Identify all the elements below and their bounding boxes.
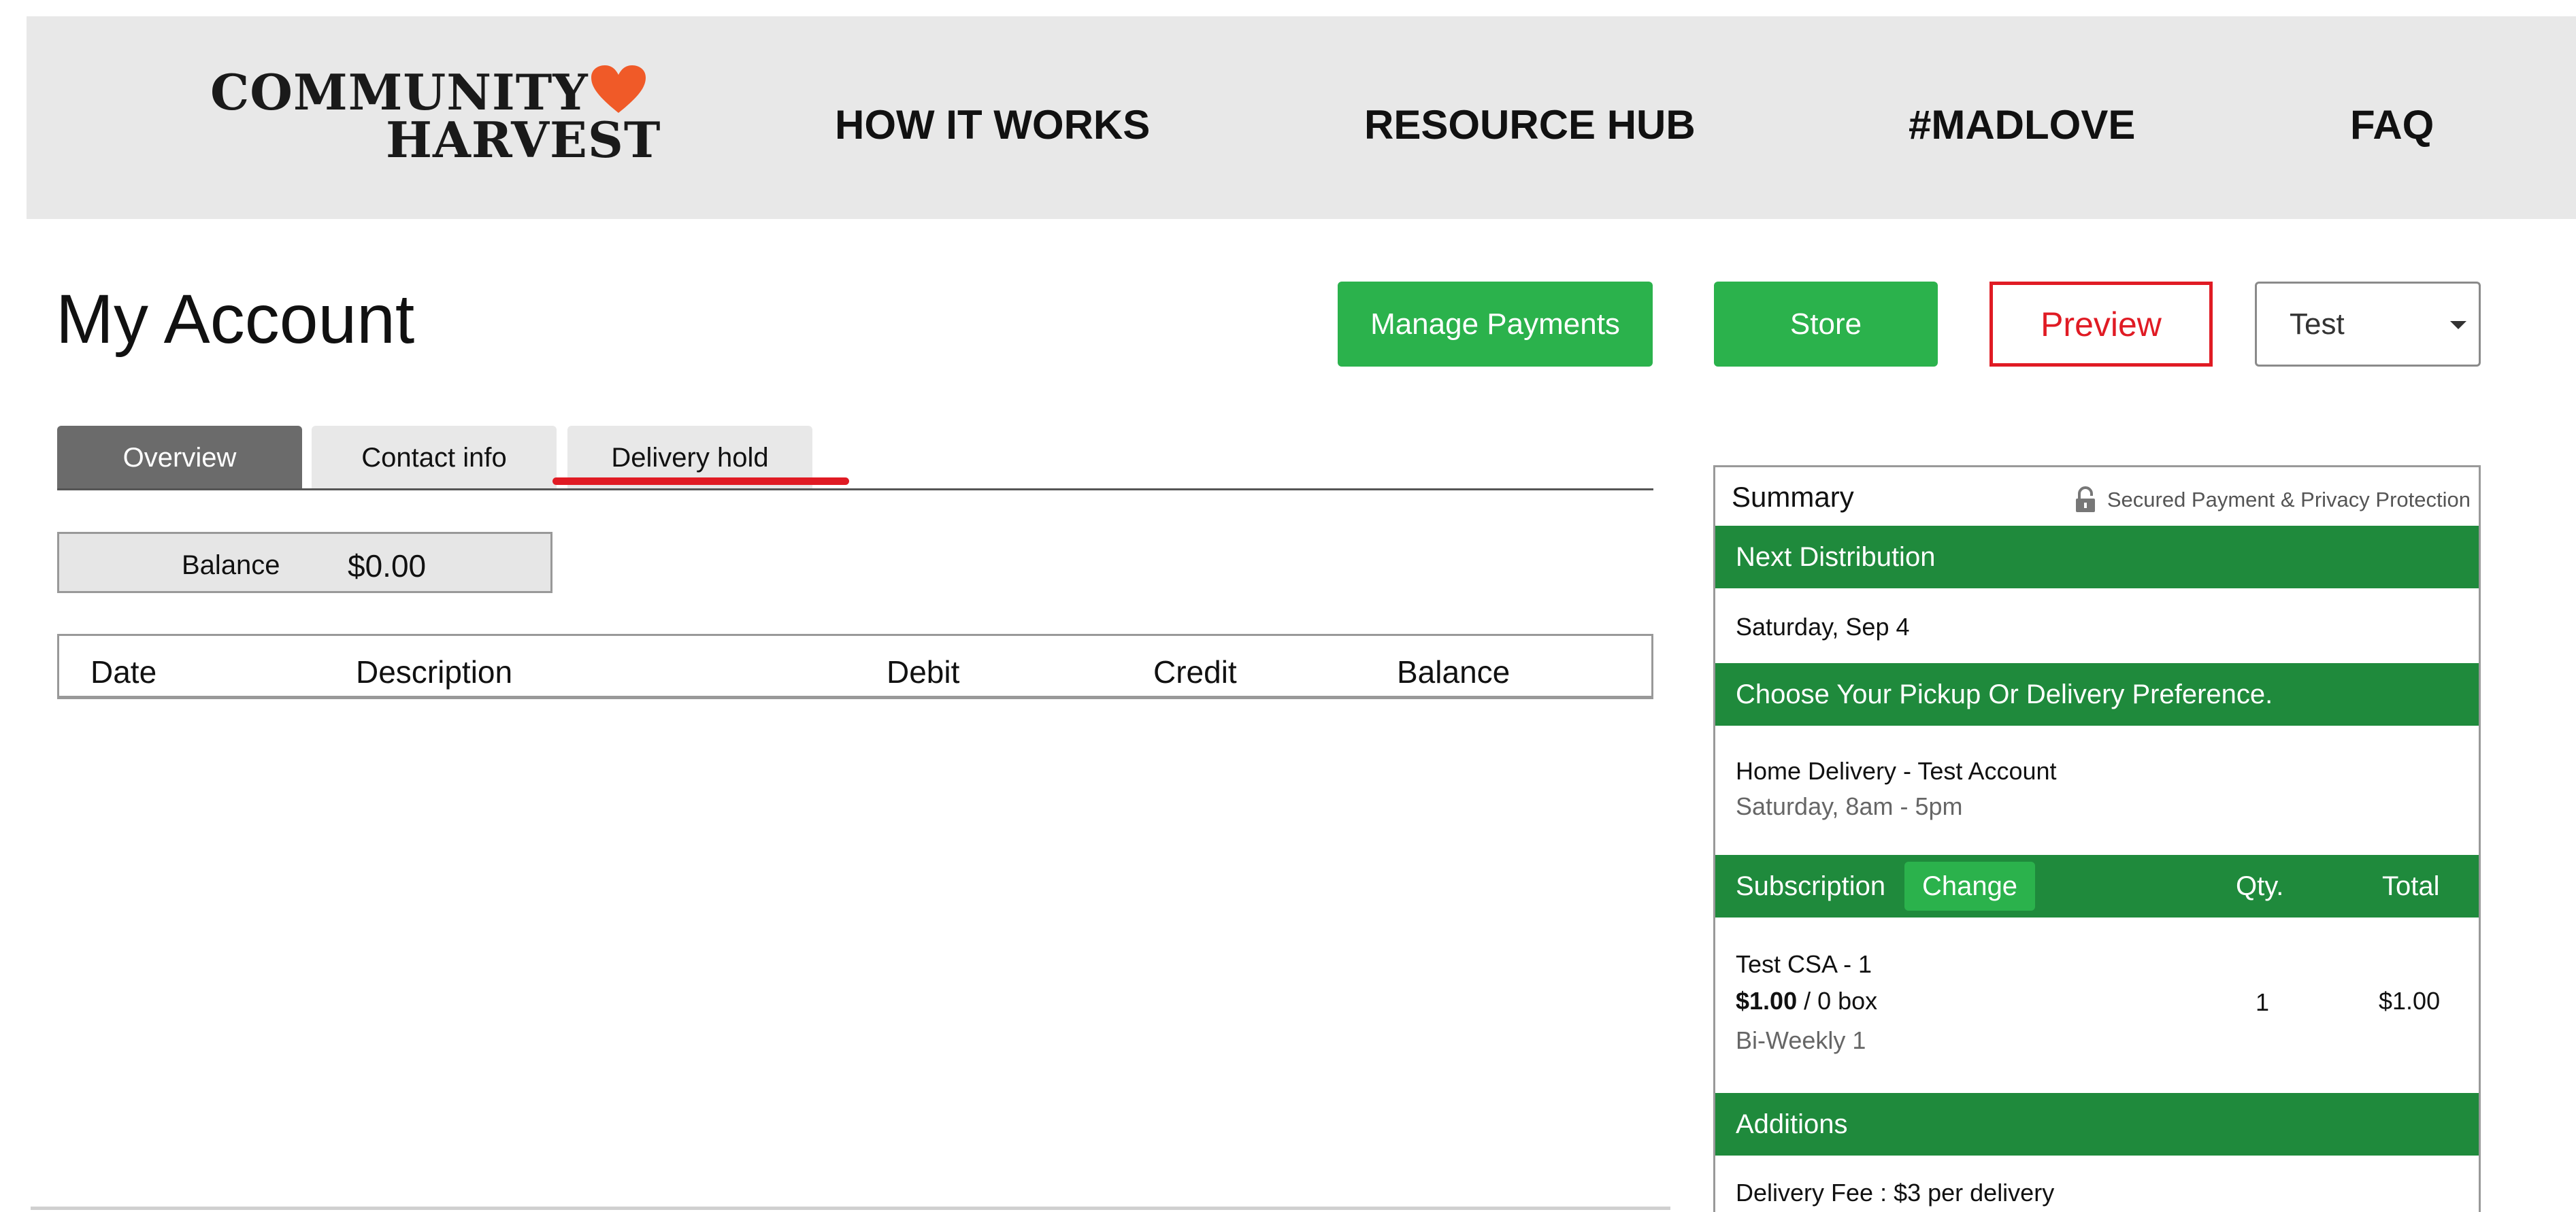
store-button[interactable]: Store xyxy=(1714,282,1938,367)
subscription-band: Subscription Change Qty. Total xyxy=(1715,855,2479,918)
logo-line-community: COMMUNITY xyxy=(210,63,589,121)
caret-down-icon xyxy=(2450,321,2466,329)
column-header-date: Date xyxy=(90,654,157,690)
nav-faq[interactable]: FAQ xyxy=(2350,105,2434,146)
summary-header: Summary Secured Payment & Privacy Protec… xyxy=(1715,467,2479,526)
nav-resource-hub[interactable]: RESOURCE HUB xyxy=(1364,105,1696,146)
subscription-heading: Subscription xyxy=(1736,871,1886,901)
subscription-item-price: $1.00 xyxy=(1736,987,1798,1015)
column-header-description: Description xyxy=(356,654,513,690)
subscription-item-name: Test CSA - 1 xyxy=(1736,950,1872,978)
lock-icon xyxy=(2075,486,2095,512)
account-select[interactable]: Test xyxy=(2255,282,2481,367)
heart-icon xyxy=(591,65,646,113)
community-harvest-logo[interactable]: COMMUNITY HARVEST xyxy=(210,63,660,177)
tab-contact-info[interactable]: Contact info xyxy=(312,426,557,490)
subscription-item-frequency: Bi-Weekly 1 xyxy=(1736,1026,1866,1054)
transactions-table: Date Description Debit Credit Balance xyxy=(57,634,1653,699)
additions-heading: Additions xyxy=(1715,1093,2479,1156)
summary-title: Summary xyxy=(1732,481,1854,513)
next-distribution-heading: Next Distribution xyxy=(1715,526,2479,588)
change-subscription-button[interactable]: Change xyxy=(1904,862,2035,911)
nav-madlove[interactable]: #MADLOVE xyxy=(1909,105,2135,146)
tabs-divider xyxy=(57,488,1653,490)
subscription-item-price-row: $1.00 / 0 box xyxy=(1736,987,1877,1015)
summary-panel: Summary Secured Payment & Privacy Protec… xyxy=(1713,465,2481,1212)
site-header: COMMUNITY HARVEST HOW IT WORKS RESOURCE … xyxy=(27,16,2576,219)
column-header-debit: Debit xyxy=(887,654,960,690)
preview-button[interactable]: Preview xyxy=(1989,282,2213,367)
delivery-window: Saturday, 8am - 5pm xyxy=(1736,792,1963,820)
logo-line-harvest: HARVEST xyxy=(386,111,661,169)
subscription-item-unit: / 0 box xyxy=(1797,987,1878,1015)
total-column-header: Total xyxy=(2382,871,2440,901)
secure-payment-note: Secured Payment & Privacy Protection xyxy=(2075,486,2471,514)
column-header-credit: Credit xyxy=(1153,654,1237,690)
balance-box: Balance $0.00 xyxy=(57,532,552,593)
subscription-item-qty: 1 xyxy=(2256,988,2270,1016)
qty-column-header: Qty. xyxy=(2236,871,2284,901)
balance-value: $0.00 xyxy=(348,548,427,584)
next-distribution-date: Saturday, Sep 4 xyxy=(1736,613,1910,641)
delivery-hold-highlight xyxy=(552,477,849,485)
balance-label: Balance xyxy=(182,550,280,580)
page-title: My Account xyxy=(56,280,415,358)
pickup-preference-heading[interactable]: Choose Your Pickup Or Delivery Preferenc… xyxy=(1715,663,2479,726)
account-select-value: Test xyxy=(2290,307,2345,341)
subscription-item-total: $1.00 xyxy=(2379,987,2441,1015)
delivery-fee-text: Delivery Fee : $3 per delivery xyxy=(1736,1179,2055,1207)
manage-payments-button[interactable]: Manage Payments xyxy=(1338,282,1653,367)
delivery-option[interactable]: Home Delivery - Test Account xyxy=(1736,757,2057,786)
tab-overview[interactable]: Overview xyxy=(57,426,302,490)
page-bottom-rule xyxy=(31,1207,1670,1210)
nav-how-it-works[interactable]: HOW IT WORKS xyxy=(835,105,1150,146)
secure-payment-text: Secured Payment & Privacy Protection xyxy=(2107,488,2471,511)
column-header-balance: Balance xyxy=(1397,654,1510,690)
